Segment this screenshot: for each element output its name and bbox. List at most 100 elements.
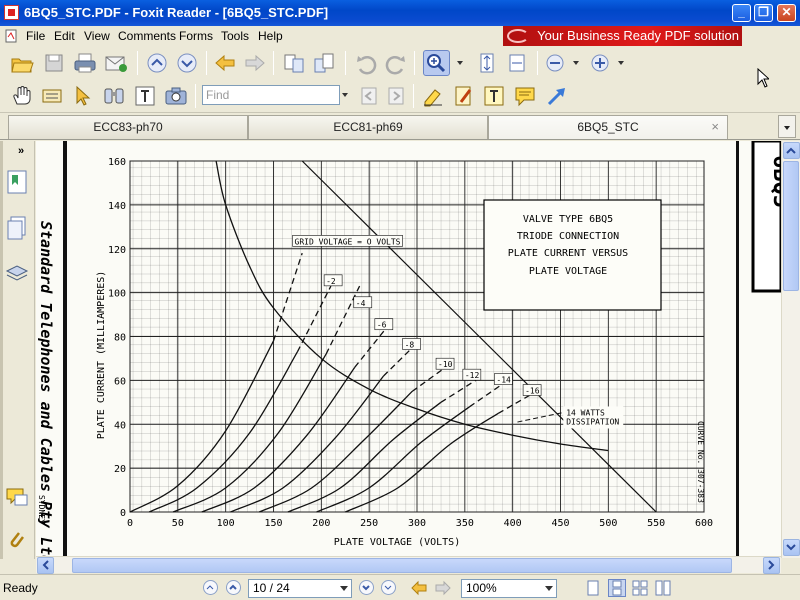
previous-page-status-icon[interactable]	[226, 580, 241, 595]
find-next-icon[interactable]	[384, 84, 408, 108]
curve-label: -12	[465, 371, 480, 380]
panel-edge	[0, 141, 3, 559]
y-axis-label: PLATE CURRENT (MILLIAMPERES)	[96, 271, 107, 440]
y-tick-label: 100	[108, 289, 126, 300]
scroll-right-button[interactable]	[763, 557, 780, 574]
select-text-icon[interactable]	[40, 84, 64, 108]
bookmarks-icon[interactable]	[5, 169, 29, 195]
continuous-page-icon[interactable]	[608, 579, 626, 597]
banner-text: Your Business Ready PDF solution	[537, 28, 739, 43]
go-forward-icon[interactable]	[434, 580, 452, 596]
close-button[interactable]: ✕	[777, 4, 796, 22]
previous-page-icon[interactable]	[145, 51, 169, 75]
zoom-field[interactable]: 100%	[461, 579, 557, 598]
expand-panel-icon[interactable]: »	[18, 145, 24, 157]
layers-icon[interactable]	[5, 259, 29, 285]
insert-pages-icon[interactable]	[312, 51, 336, 75]
tab-ecc81[interactable]: ECC81-ph69	[248, 115, 488, 139]
vertical-scrollbar[interactable]	[781, 141, 800, 558]
open-folder-icon[interactable]	[10, 51, 34, 75]
last-page-icon[interactable]	[381, 580, 396, 595]
zoom-out-dropdown[interactable]	[572, 51, 580, 75]
ad-banner[interactable]: Your Business Ready PDF solution	[503, 26, 742, 46]
tab-close-icon[interactable]: ×	[711, 116, 719, 138]
facing-pages-icon[interactable]	[632, 580, 648, 596]
forward-arrow-icon[interactable]	[243, 51, 267, 75]
menu-file[interactable]: File	[26, 29, 45, 43]
back-arrow-icon[interactable]	[213, 51, 237, 75]
zoom-in-dropdown[interactable]	[617, 51, 625, 75]
zoom-out-icon[interactable]	[543, 51, 567, 75]
tab-list-dropdown[interactable]	[778, 115, 796, 138]
attachments-icon[interactable]	[5, 529, 29, 555]
find-previous-icon[interactable]	[357, 84, 381, 108]
tab-ecc83[interactable]: ECC83-ph70	[8, 115, 248, 139]
menu-comments[interactable]: Comments	[118, 29, 176, 43]
fit-width-icon[interactable]	[505, 51, 529, 75]
menu-forms[interactable]: Forms	[179, 29, 213, 43]
typewriter-icon[interactable]	[133, 84, 157, 108]
comments-icon[interactable]	[5, 485, 29, 511]
tab-6bq5[interactable]: 6BQ5_STC ×	[488, 115, 728, 139]
horizontal-scrollbar[interactable]	[36, 556, 781, 574]
scroll-down-button[interactable]	[783, 539, 800, 556]
pages-icon[interactable]	[5, 215, 29, 241]
document-view[interactable]: 6BQ5 Standard Telephones and Cables Pty …	[36, 141, 781, 558]
hand-tool-icon[interactable]	[10, 84, 34, 108]
horizontal-scroll-thumb[interactable]	[72, 558, 732, 573]
next-page-icon[interactable]	[175, 51, 199, 75]
print-icon[interactable]	[73, 51, 97, 75]
zoom-tool-icon[interactable]	[423, 50, 450, 76]
arrow-tool-icon[interactable]	[545, 84, 569, 108]
restore-button[interactable]: ❐	[754, 4, 773, 22]
curve-label: -2	[326, 277, 336, 286]
page-dropdown-arrow[interactable]	[337, 580, 351, 597]
email-icon[interactable]	[104, 51, 128, 75]
scroll-up-button[interactable]	[783, 142, 800, 159]
separator	[413, 84, 414, 108]
vertical-scroll-thumb[interactable]	[783, 161, 799, 291]
zoom-value: 100%	[466, 581, 497, 595]
find-options-dropdown[interactable]	[341, 83, 349, 107]
scan-border-left	[63, 141, 67, 558]
menu-tools[interactable]: Tools	[221, 29, 249, 43]
textbox-tool-icon[interactable]	[482, 84, 506, 108]
x-tick-label: 0	[127, 518, 133, 529]
right-edge-text: 6BQ5	[768, 155, 781, 208]
redo-icon[interactable]	[384, 51, 408, 75]
app-icon	[4, 5, 19, 20]
tab-label: ECC81-ph69	[333, 120, 403, 134]
curve-label: -14	[496, 376, 511, 385]
x-tick-label: 500	[599, 518, 617, 529]
x-tick-label: 50	[172, 518, 184, 529]
single-page-icon[interactable]	[585, 580, 601, 596]
highlight-tool-icon[interactable]	[421, 84, 445, 108]
save-icon[interactable]	[42, 51, 66, 75]
select-annotation-icon[interactable]	[71, 84, 95, 108]
zoom-in-icon[interactable]	[588, 51, 612, 75]
title-bar: 6BQ5_STC.PDF - Foxit Reader - [6BQ5_STC.…	[0, 0, 800, 26]
extract-pages-icon[interactable]	[282, 51, 306, 75]
find-input[interactable]: Find	[202, 85, 340, 105]
zoom-dropdown[interactable]	[456, 51, 464, 75]
minimize-button[interactable]: _	[732, 4, 751, 22]
go-back-icon[interactable]	[410, 580, 428, 596]
menu-help[interactable]: Help	[258, 29, 283, 43]
x-tick-label: 450	[551, 518, 569, 529]
note-tool-icon[interactable]	[513, 84, 537, 108]
scroll-left-button[interactable]	[37, 557, 54, 574]
pencil-tool-icon[interactable]	[452, 84, 476, 108]
y-tick-label: 120	[108, 245, 126, 256]
undo-icon[interactable]	[354, 51, 378, 75]
menu-view[interactable]: View	[84, 29, 110, 43]
fit-height-icon[interactable]	[475, 51, 499, 75]
continuous-facing-icon[interactable]	[655, 580, 671, 596]
first-page-icon[interactable]	[203, 580, 218, 595]
camera-icon[interactable]	[164, 84, 188, 108]
menu-edit[interactable]: Edit	[54, 29, 75, 43]
page-number-field[interactable]: 10 / 24	[248, 579, 352, 598]
curve-label: -4	[356, 299, 366, 308]
zoom-dropdown-arrow[interactable]	[542, 580, 556, 597]
snapshot-icon[interactable]	[102, 84, 126, 108]
next-page-status-icon[interactable]	[359, 580, 374, 595]
